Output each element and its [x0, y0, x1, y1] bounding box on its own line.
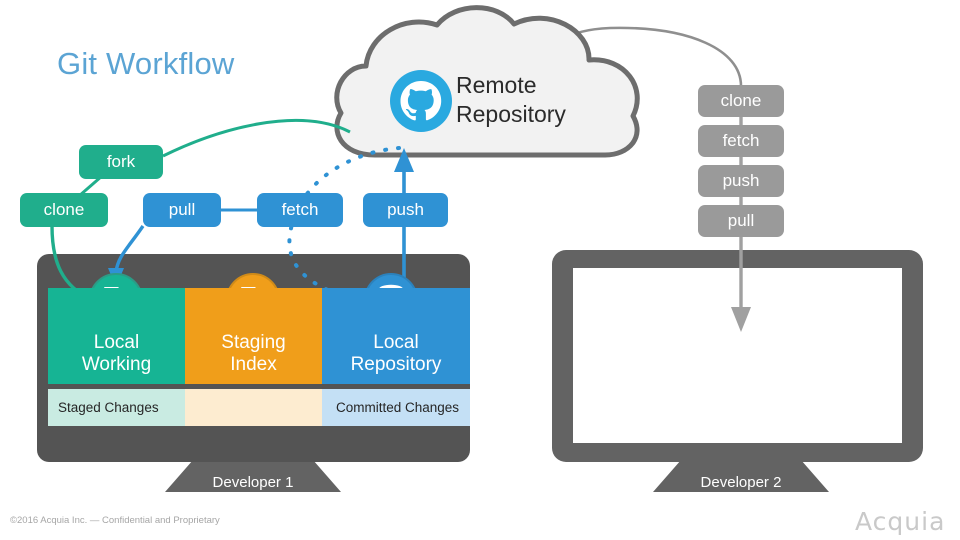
command-right-fetch[interactable]: fetch	[698, 125, 784, 157]
remote-repository-label: Remote Repository	[456, 71, 566, 129]
github-octocat-icon	[390, 70, 452, 132]
command-right-push[interactable]: push	[698, 165, 784, 197]
command-right-clone[interactable]: clone	[698, 85, 784, 117]
footer-copyright: ©2016 Acquia Inc. — Confidential and Pro…	[10, 515, 220, 526]
acquia-logo: Acquia	[855, 507, 946, 536]
column-staging-index[interactable]: Staging Index	[185, 288, 322, 384]
column-staging-index-label: Staging Index	[221, 332, 286, 375]
staged-changes-label: Staged Changes	[58, 400, 159, 415]
command-pull[interactable]: pull	[143, 193, 221, 227]
remote-repository-label-line1: Remote	[456, 72, 537, 98]
developer1-label: Developer 1	[212, 474, 294, 491]
column-local-working-label: Local Working	[81, 332, 152, 375]
column-local-working[interactable]: Local Working	[48, 288, 185, 384]
column-local-repository[interactable]: Local Repository	[322, 288, 470, 384]
developer2-monitor	[552, 250, 923, 492]
committed-changes-label: Committed Changes	[336, 400, 460, 415]
command-right-pull[interactable]: pull	[698, 205, 784, 237]
command-fetch[interactable]: fetch	[257, 193, 343, 227]
remote-repository-label-line2: Repository	[456, 101, 566, 127]
command-push[interactable]: push	[363, 193, 448, 227]
staged-changes-segment: Staged Changes	[48, 389, 185, 426]
committed-changes-segment: Committed Changes	[322, 389, 470, 426]
developer2-label: Developer 2	[700, 474, 782, 491]
monitor2-screen	[573, 268, 902, 443]
command-clone[interactable]: clone	[20, 193, 108, 227]
page-title: Git Workflow	[57, 46, 235, 81]
slide-canvas: Git Workflow Remote Repository fork clone…	[0, 0, 960, 540]
column-local-repository-label: Local Repository	[350, 332, 442, 375]
staging-changes-segment	[185, 389, 322, 426]
command-fork[interactable]: fork	[79, 145, 163, 179]
